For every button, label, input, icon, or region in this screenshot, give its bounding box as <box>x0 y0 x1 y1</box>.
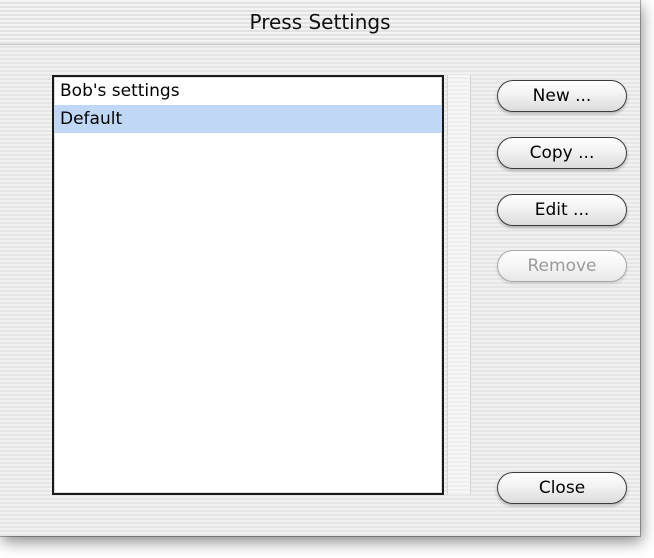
press-settings-window: Press Settings Bob's settings Default Ne… <box>0 0 640 536</box>
copy-button[interactable]: Copy ... <box>497 137 627 169</box>
list-item-bobs-settings[interactable]: Bob's settings <box>54 77 442 105</box>
list-scrollbar[interactable] <box>447 75 471 495</box>
settings-list[interactable]: Bob's settings Default <box>52 75 444 495</box>
title-bar[interactable]: Press Settings <box>0 0 640 45</box>
window-title: Press Settings <box>249 10 391 34</box>
list-item-default[interactable]: Default <box>54 105 442 133</box>
edit-button[interactable]: Edit ... <box>497 194 627 226</box>
new-button[interactable]: New ... <box>497 80 627 112</box>
close-button[interactable]: Close <box>497 472 627 504</box>
remove-button: Remove <box>497 250 627 282</box>
